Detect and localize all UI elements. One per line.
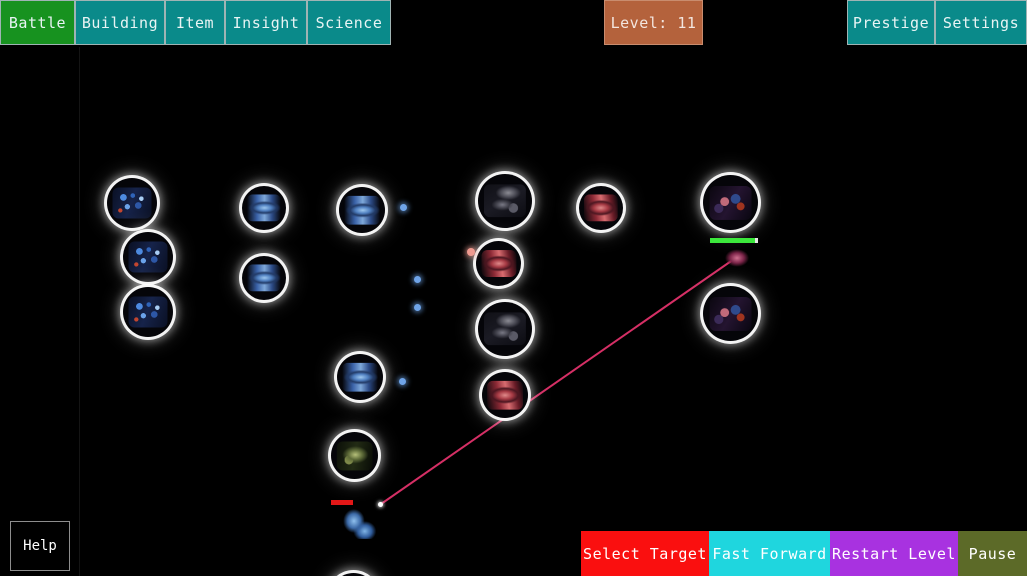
tab-building-label: Building [81, 13, 159, 32]
battlefield-canvas[interactable] [0, 47, 1027, 576]
projectile-impact-spark [378, 502, 383, 507]
ship-sprite-icon [336, 440, 373, 471]
select-target-button[interactable]: Select Target [581, 531, 709, 576]
pause-label: Pause [968, 544, 1017, 563]
level-indicator-label: Level: 11 [610, 13, 697, 32]
unit-enemy-beam-target[interactable] [722, 247, 752, 269]
unit-ally-fighter-2[interactable] [242, 256, 286, 300]
tab-building[interactable]: Building [75, 0, 165, 45]
battlefield-left-divider [79, 47, 80, 576]
tab-settings-label: Settings [942, 13, 1020, 32]
ship-sprite-icon [480, 249, 517, 278]
tab-science[interactable]: Science [307, 0, 391, 45]
projectile-ally-shot-2 [414, 276, 421, 283]
top-navigation-bar: Battle Building Item Insight Science Lev… [0, 0, 1027, 47]
ship-sprite-icon [709, 296, 752, 331]
help-button[interactable]: Help [10, 521, 70, 571]
ship-sprite-icon [483, 184, 527, 218]
ship-sprite-icon [246, 264, 282, 292]
tab-battle-label: Battle [8, 13, 67, 32]
projectile-ally-shot-3 [414, 304, 421, 311]
tab-settings[interactable]: Settings [935, 0, 1027, 45]
unit-ally-firing-ship[interactable] [341, 509, 377, 539]
healthbar-cap [755, 238, 758, 243]
unit-ally-swarm-3[interactable] [123, 287, 173, 337]
projectile-ally-shot-4 [399, 378, 406, 385]
ship-sprite-icon [112, 187, 152, 219]
tab-item[interactable]: Item [165, 0, 225, 45]
ship-sprite-icon [342, 362, 378, 392]
ship-sprite-icon [344, 195, 380, 225]
ship-sprite-icon [128, 241, 168, 273]
projectile-ally-shot-1 [400, 204, 407, 211]
unit-enemy-ship-1[interactable] [476, 241, 521, 286]
fast-forward-label: Fast Forward [712, 544, 827, 563]
ship-sprite-icon [583, 194, 619, 222]
tab-insight-label: Insight [232, 13, 300, 32]
ship-sprite-icon [709, 185, 752, 220]
ship-sprite-icon [487, 380, 523, 410]
ship-sprite-icon [483, 312, 527, 346]
healthbar-enemy-dark-1 [710, 238, 758, 243]
unit-ally-fighter-3[interactable] [339, 187, 385, 233]
unit-ally-swarm-1[interactable] [107, 178, 157, 228]
help-button-label: Help [23, 538, 57, 554]
laser-beam [380, 256, 738, 505]
tab-battle[interactable]: Battle [0, 0, 75, 45]
unit-ally-swarm-2[interactable] [123, 232, 173, 282]
fast-forward-button[interactable]: Fast Forward [709, 531, 830, 576]
ship-sprite-icon [128, 296, 168, 328]
unit-enemy-rock-2[interactable] [478, 302, 532, 356]
projectile-enemy-shot-1 [467, 248, 475, 256]
unit-enemy-dark-1[interactable] [703, 175, 758, 230]
pause-button[interactable]: Pause [958, 531, 1027, 576]
unit-ally-scout-1[interactable] [331, 432, 378, 479]
level-indicator: Level: 11 [604, 0, 703, 45]
healthbar-fill [331, 500, 353, 505]
healthbar-ally-firing [331, 500, 353, 505]
select-target-label: Select Target [583, 544, 707, 563]
tab-insight[interactable]: Insight [225, 0, 307, 45]
ship-sprite-icon [246, 194, 282, 222]
unit-enemy-ship-2[interactable] [482, 372, 528, 418]
unit-enemy-rock-1[interactable] [478, 174, 532, 228]
tab-prestige-label: Prestige [852, 13, 930, 32]
tab-science-label: Science [315, 13, 383, 32]
unit-enemy-ship-3[interactable] [579, 186, 623, 230]
tab-item-label: Item [175, 13, 215, 32]
unit-ally-fighter-1[interactable] [242, 186, 286, 230]
restart-level-label: Restart Level [832, 544, 956, 563]
restart-level-button[interactable]: Restart Level [830, 531, 958, 576]
unit-ally-fighter-4[interactable] [337, 354, 383, 400]
tab-prestige[interactable]: Prestige [847, 0, 935, 45]
unit-enemy-dark-2[interactable] [703, 286, 758, 341]
healthbar-fill [710, 238, 758, 243]
